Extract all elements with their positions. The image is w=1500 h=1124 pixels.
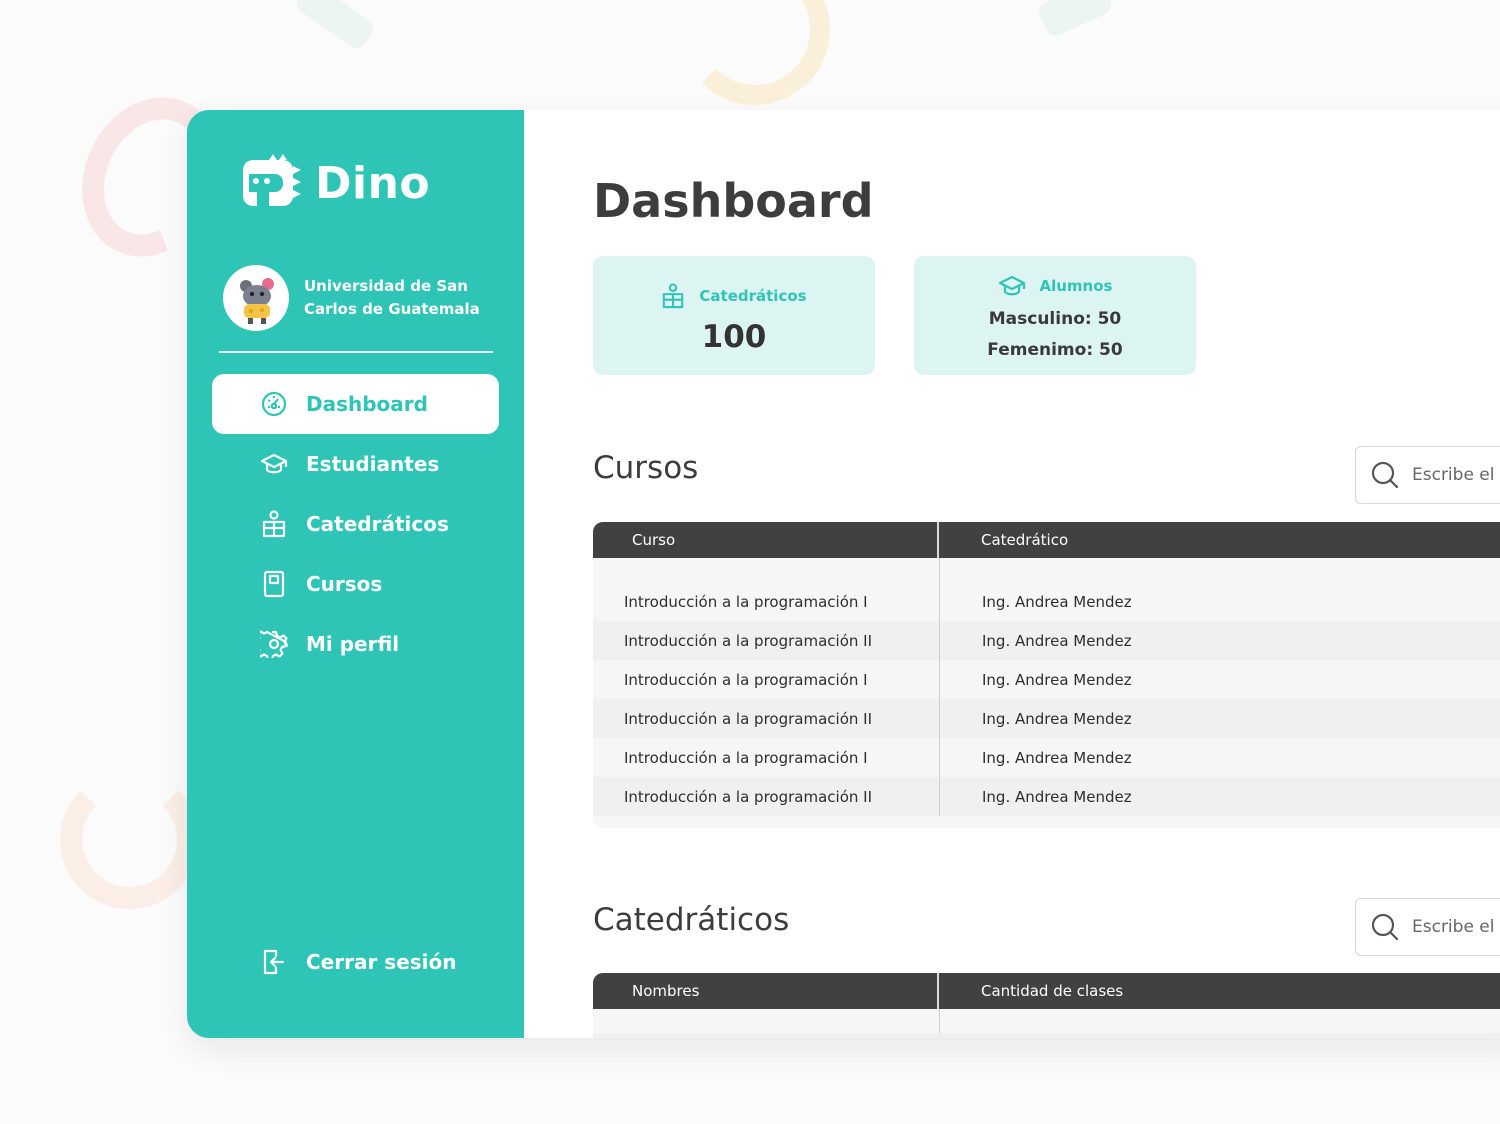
cell-teacher: Ing. Andrea Mendez <box>982 709 1132 728</box>
brand-name: Dino <box>315 157 431 209</box>
courses-search-input[interactable] <box>1410 464 1500 486</box>
column-divider <box>939 558 940 816</box>
avatar[interactable] <box>223 265 289 331</box>
background-doodle <box>60 770 199 909</box>
table-row[interactable]: Introducción a la programación II Ing. A… <box>593 777 1500 816</box>
table-row[interactable]: Introducción a la programación I Ing. An… <box>593 660 1500 699</box>
main-content: Dashboard Catedráticos 100 Alumnos Mascu… <box>524 110 1500 1038</box>
courses-section-title: Cursos <box>593 450 699 486</box>
brand-logo[interactable]: Dino <box>243 154 430 212</box>
table-header: Curso Catedrático <box>593 522 1500 558</box>
mascot-avatar-icon <box>240 278 274 324</box>
logout-area: Cerrar sesión <box>212 932 499 992</box>
page-title: Dashboard <box>593 174 874 228</box>
table-header: Nombres Cantidad de clases <box>593 973 1500 1009</box>
sidebar: Dino Universidad de San Carlos de Guatem… <box>187 110 524 1038</box>
sidebar-divider <box>219 351 493 353</box>
table-body: Introducción a la programación I Ing. An… <box>593 558 1500 816</box>
sidebar-item-label: Mi perfil <box>306 632 400 656</box>
stat-card-header: Catedráticos <box>593 283 875 309</box>
background-doodle <box>293 0 377 53</box>
cell-teacher: Ing. Andrea Mendez <box>982 787 1132 806</box>
organization-name: Universidad de San Carlos de Guatemala <box>304 277 480 318</box>
stat-value: 100 <box>701 319 767 355</box>
teachers-search-input[interactable] <box>1410 916 1500 938</box>
cell-course: Introducción a la programación II <box>624 709 872 728</box>
cell-course: Introducción a la programación II <box>624 631 872 650</box>
logout-icon <box>260 948 288 976</box>
column-header-nombres[interactable]: Nombres <box>593 973 939 1009</box>
courses-search-box[interactable] <box>1355 446 1500 504</box>
teacher-icon <box>663 283 684 309</box>
dashboard-icon <box>260 390 288 418</box>
table-row[interactable]: Introducción a la programación I Ing. An… <box>593 738 1500 777</box>
table-row[interactable]: Introducción a la programación II Ing. A… <box>593 699 1500 738</box>
stat-card-teachers: Catedráticos 100 <box>593 256 875 375</box>
graduation-cap-icon <box>998 275 1025 296</box>
sidebar-item-estudiantes[interactable]: Estudiantes <box>212 434 499 494</box>
cell-teacher: Ing. Andrea Mendez <box>982 748 1132 767</box>
stat-label: Alumnos <box>1039 277 1113 295</box>
logout-label: Cerrar sesión <box>306 950 457 974</box>
sidebar-nav: Dashboard Estudiantes Catedráticos Curso… <box>212 374 499 674</box>
column-header-curso[interactable]: Curso <box>593 522 939 558</box>
organization-info: Universidad de San Carlos de Guatemala <box>223 265 494 331</box>
sidebar-item-label: Cursos <box>306 572 383 596</box>
stat-female-count: Femenimo: 50 <box>987 340 1123 360</box>
gear-icon <box>260 630 288 658</box>
app-window: Dino Universidad de San Carlos de Guatem… <box>187 110 1500 1038</box>
sidebar-item-label: Estudiantes <box>306 452 440 476</box>
cell-course: Introducción a la programación I <box>624 670 868 689</box>
table-rows: Introducción a la programación I Ing. An… <box>593 582 1500 816</box>
sidebar-item-mi-perfil[interactable]: Mi perfil <box>212 614 499 674</box>
stat-label: Catedráticos <box>699 287 807 305</box>
cell-course: Introducción a la programación I <box>624 748 868 767</box>
column-header-cantidad-clases[interactable]: Cantidad de clases <box>939 973 1123 1009</box>
cell-teacher: Ing. Andrea Mendez <box>982 592 1132 611</box>
table-row <box>593 1033 1500 1038</box>
teachers-table: Nombres Cantidad de clases <box>593 973 1500 1038</box>
teachers-section-title: Catedráticos <box>593 902 790 938</box>
dino-logo-icon <box>243 154 301 206</box>
teachers-search-box[interactable] <box>1355 898 1500 956</box>
background-doodle <box>1035 0 1115 40</box>
sidebar-item-cursos[interactable]: Cursos <box>212 554 499 614</box>
cell-teacher: Ing. Andrea Mendez <box>982 631 1132 650</box>
cell-teacher: Ing. Andrea Mendez <box>982 670 1132 689</box>
teacher-icon <box>260 510 288 538</box>
graduation-cap-icon <box>260 450 288 478</box>
sidebar-item-label: Catedráticos <box>306 512 449 536</box>
cell-course: Introducción a la programación II <box>624 787 872 806</box>
column-header-catedratico[interactable]: Catedrático <box>939 522 1068 558</box>
stat-card-students: Alumnos Masculino: 50 Femenimo: 50 <box>914 256 1196 375</box>
logout-button[interactable]: Cerrar sesión <box>212 932 499 992</box>
sidebar-item-catedraticos[interactable]: Catedráticos <box>212 494 499 554</box>
stat-card-header: Alumnos <box>914 274 1196 298</box>
stat-male-count: Masculino: 50 <box>988 309 1122 329</box>
cell-course: Introducción a la programación I <box>624 592 868 611</box>
sidebar-item-label: Dashboard <box>306 392 428 416</box>
sidebar-item-dashboard[interactable]: Dashboard <box>212 374 499 434</box>
book-icon <box>260 570 288 598</box>
table-body <box>593 1009 1500 1038</box>
table-row[interactable]: Introducción a la programación I Ing. An… <box>593 582 1500 621</box>
courses-table: Curso Catedrático Introducción a la prog… <box>593 522 1500 828</box>
table-row[interactable]: Introducción a la programación II Ing. A… <box>593 621 1500 660</box>
search-icon <box>1371 461 1399 489</box>
search-icon <box>1371 913 1399 941</box>
background-doodle <box>680 0 830 105</box>
